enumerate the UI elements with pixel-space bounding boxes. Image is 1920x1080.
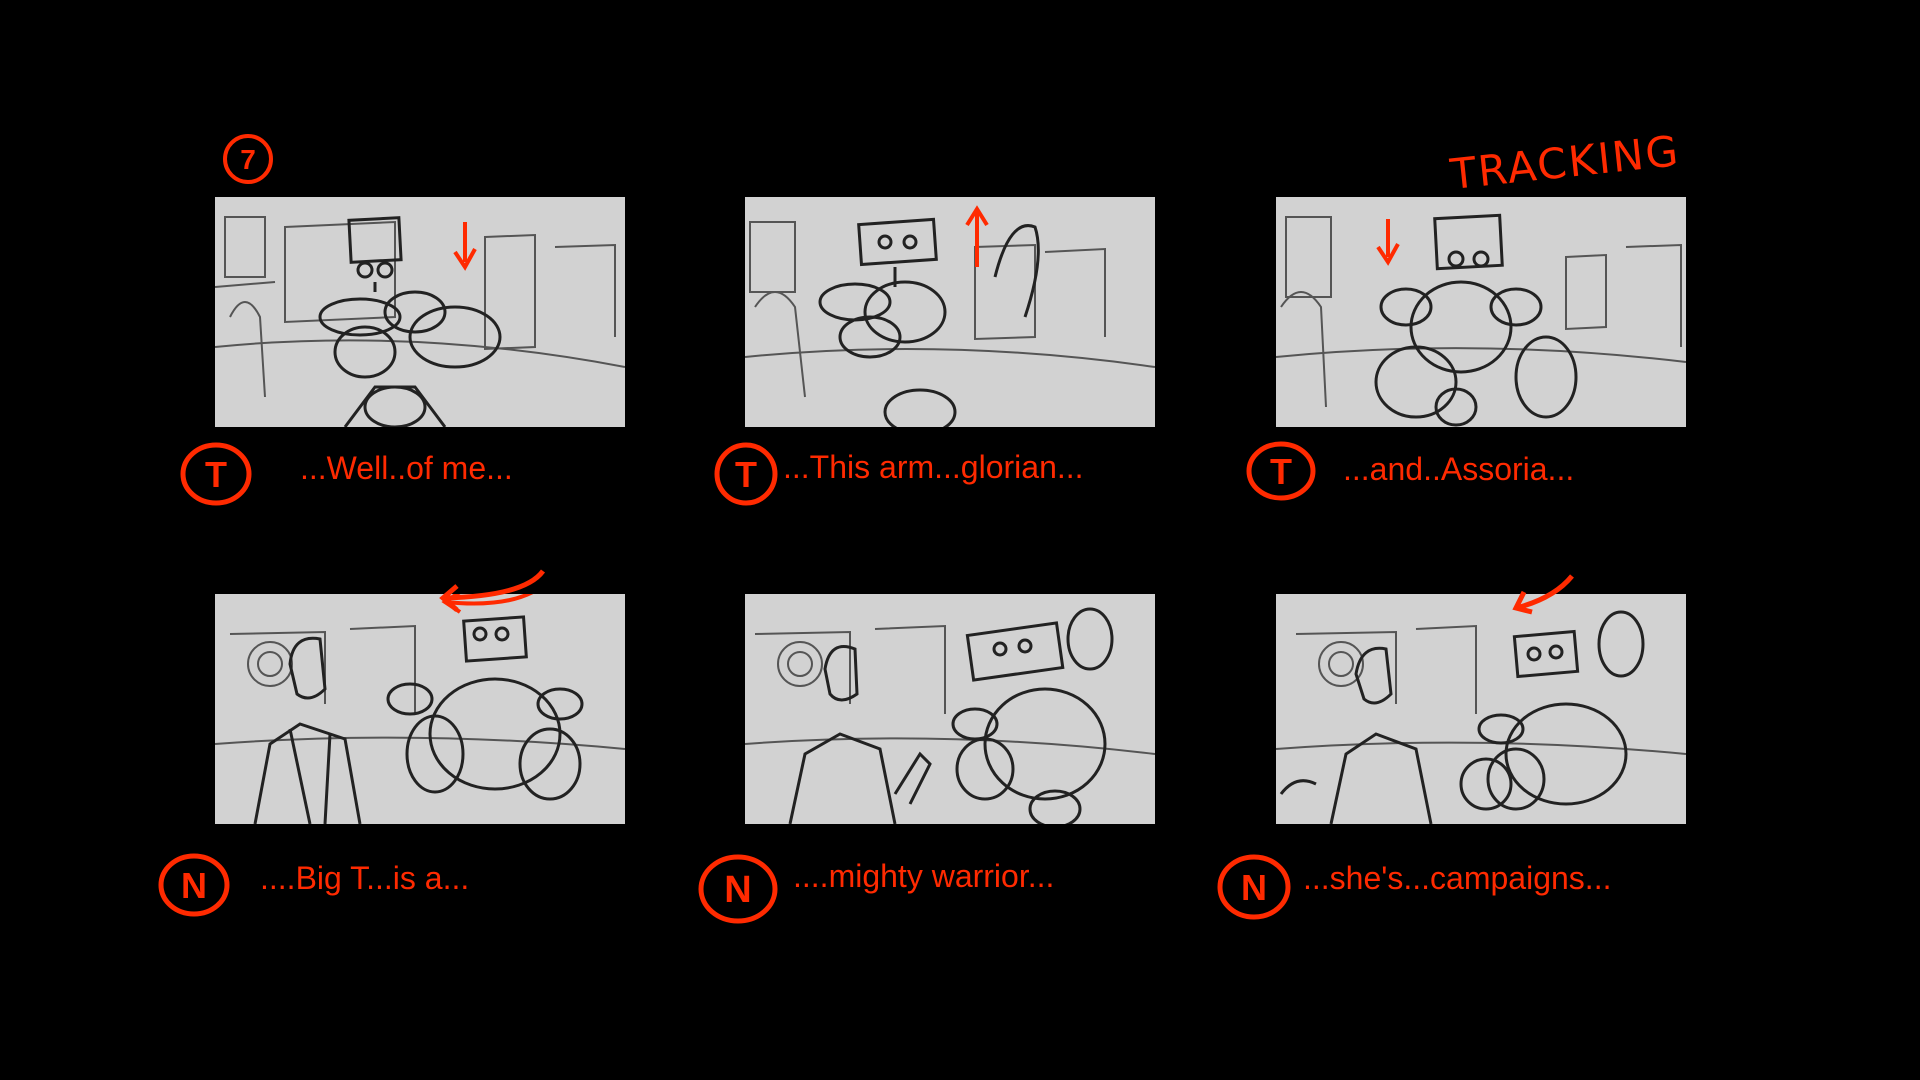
scene-number-badge: 7 xyxy=(222,133,274,185)
sketch-robot-standing xyxy=(1276,213,1686,427)
storyboard-panel-2 xyxy=(745,197,1155,427)
arrow-down-icon xyxy=(453,222,477,271)
storyboard-panel-1 xyxy=(215,197,625,427)
speaker-initial: T xyxy=(205,454,227,495)
sketch-robot-waving xyxy=(745,205,1155,427)
arrow-curve-left-icon xyxy=(439,569,546,612)
storyboard-panel-5 xyxy=(745,594,1155,824)
speaker-initial: T xyxy=(1270,451,1292,492)
arrow-down-icon xyxy=(1376,219,1400,266)
speaker-badge-2: T xyxy=(713,441,779,507)
speaker-initial: N xyxy=(1241,867,1267,908)
scene-number: 7 xyxy=(240,144,256,175)
sketch-robot-pointing xyxy=(215,216,625,427)
scene-circle-icon: 7 xyxy=(223,134,273,184)
speaker-badge-6: N xyxy=(1216,853,1292,921)
speaker-initial: T xyxy=(735,454,757,495)
speaker-badge-5: N xyxy=(697,852,779,926)
dialogue-caption-2: ...This arm...glorian... xyxy=(783,449,1084,485)
dialogue-caption-1: ...Well..of me... xyxy=(300,450,513,486)
speaker-initial: N xyxy=(724,869,751,911)
camera-note: TRACKING xyxy=(1448,126,1683,199)
arrow-curve-left-icon xyxy=(1512,574,1574,615)
sketch-hero-robot-pointing xyxy=(1276,610,1686,824)
dialogue-caption-4: ....Big T...is a... xyxy=(260,860,470,896)
speaker-badge-4: N xyxy=(157,852,231,918)
speaker-badge-3: T xyxy=(1245,440,1317,502)
storyboard-panel-4 xyxy=(215,594,625,824)
storyboard-panel-3 xyxy=(1276,197,1686,427)
arrow-up-icon xyxy=(965,205,989,267)
speaker-badge-1: T xyxy=(180,441,252,507)
dialogue-caption-5: ....mighty warrior... xyxy=(793,858,1055,894)
storyboard-panel-6 xyxy=(1276,594,1686,824)
dialogue-caption-6: ...she's...campaigns... xyxy=(1303,860,1612,896)
sketch-hero-smiling-robot xyxy=(745,607,1155,824)
sketch-hero-and-robot xyxy=(215,594,625,824)
dialogue-caption-3: ...and..Assoria... xyxy=(1343,451,1575,487)
speaker-initial: N xyxy=(181,865,207,906)
